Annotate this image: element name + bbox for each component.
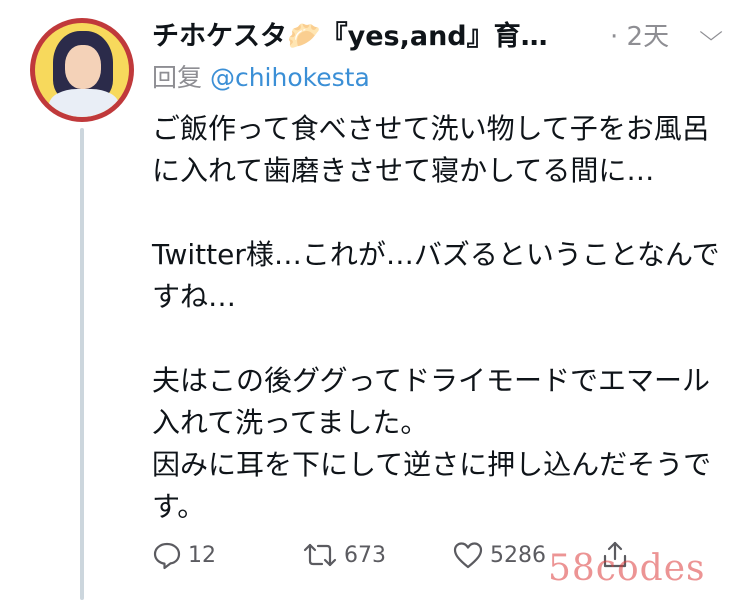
display-name[interactable]: チホケスタ🥟『yes,and』育… — [152, 14, 548, 53]
like-button[interactable]: 5286 — [452, 540, 546, 570]
retweet-icon — [302, 540, 338, 570]
tweet-paragraph-1: ご飯作って食べさせて洗い物して子をお風呂に入れて歯磨きさせて寝かしてる間に… — [152, 112, 710, 187]
tweet-text: ご飯作って食べさせて洗い物して子をお風呂に入れて歯磨きさせて寝かしてる間に… T… — [152, 108, 722, 528]
display-name-text: チホケスタ — [152, 21, 287, 52]
avatar[interactable] — [30, 18, 134, 122]
reply-count: 12 — [188, 542, 216, 568]
tweet-header: チホケスタ🥟『yes,and』育… · 2天 ⌵ — [152, 14, 730, 54]
avatar-body — [49, 89, 119, 117]
reply-handle[interactable]: @chihokesta — [210, 63, 370, 92]
thread-line — [80, 128, 84, 600]
tweet-paragraph-2: Twitter様…これが…バズるということなんですね… — [152, 238, 720, 313]
tweet-time[interactable]: · 2天 — [610, 16, 669, 53]
reply-context: 回复 @chihokesta — [152, 58, 370, 94]
watermark: 58codes — [548, 548, 706, 589]
avatar-illustration — [35, 23, 129, 117]
retweet-count: 673 — [344, 542, 386, 568]
like-icon — [452, 540, 484, 570]
gyoza-emoji-icon: 🥟 — [287, 21, 321, 52]
reply-icon — [152, 540, 182, 570]
reply-button[interactable]: 12 — [152, 540, 216, 570]
retweet-button[interactable]: 673 — [302, 540, 386, 570]
like-count: 5286 — [490, 542, 546, 568]
avatar-face — [65, 45, 101, 89]
tweet-paragraph-3: 夫はこの後ググってドライモードでエマール入れて洗ってました。 因みに耳を下にして… — [152, 364, 712, 523]
display-name-suffix: 『yes,and』育… — [320, 21, 548, 52]
reply-label: 回复 — [152, 63, 203, 92]
chevron-down-icon[interactable]: ⌵ — [699, 18, 723, 46]
